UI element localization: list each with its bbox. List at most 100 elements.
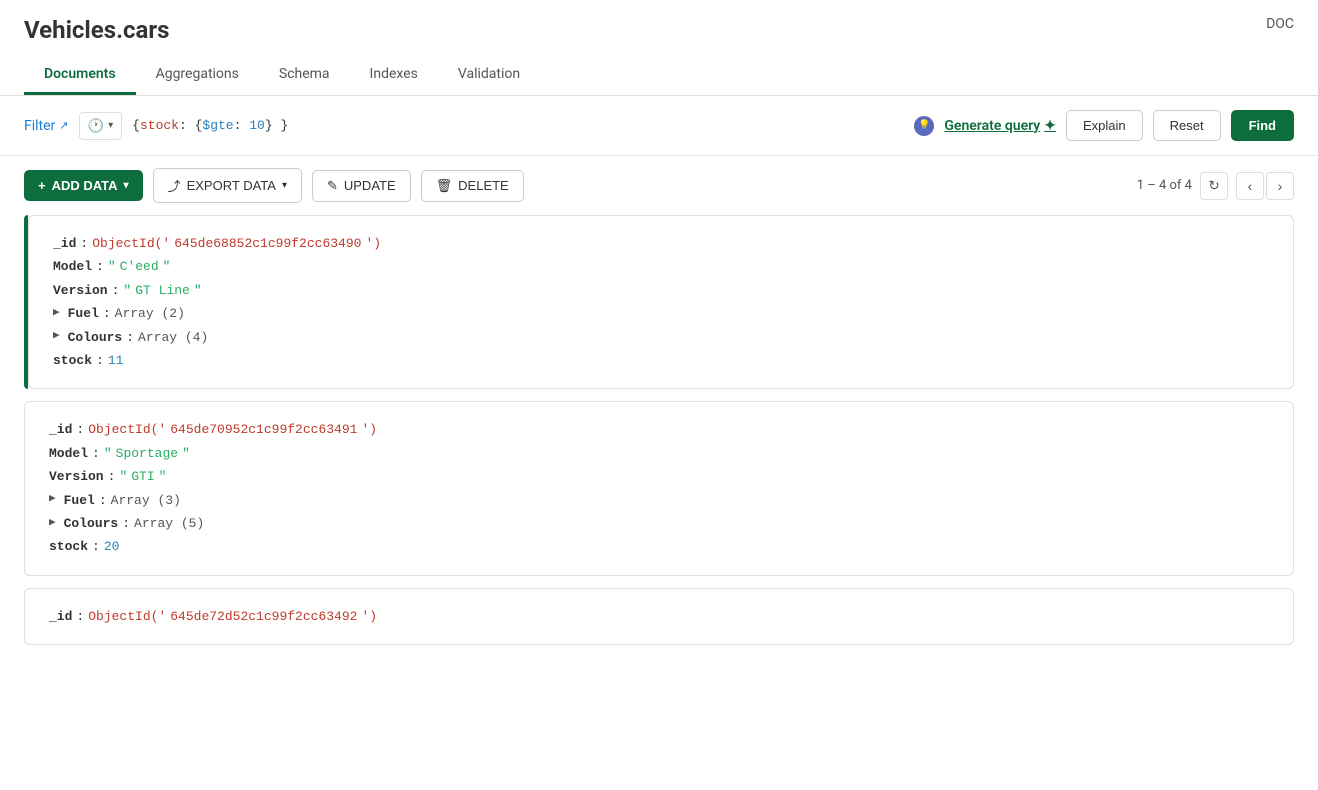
fuel-expand-arrow-2[interactable]: ▶: [49, 490, 56, 510]
doc-1-colours-line: ▶ Colours : Array (4): [53, 326, 1269, 349]
doc-1-fuel-line: ▶ Fuel : Array (2): [53, 302, 1269, 325]
colours-expand-arrow-2[interactable]: ▶: [49, 514, 56, 534]
export-data-button[interactable]: ⤴ EXPORT DATA ▾: [153, 168, 302, 203]
doc-3-id: 645de72d52c1c99f2cc63492: [170, 605, 357, 628]
field-fuel-array-1: Array (2): [115, 302, 185, 325]
tab-aggregations[interactable]: Aggregations: [136, 56, 259, 95]
field-id-value-1: ObjectId(': [92, 232, 170, 255]
pagination-nav: ‹ ›: [1236, 172, 1294, 200]
field-id-value-3: ObjectId(': [88, 605, 166, 628]
add-data-button[interactable]: + ADD DATA ▾: [24, 170, 143, 201]
external-link-icon: ↗: [59, 119, 68, 132]
query-value: 10: [249, 118, 265, 133]
field-version-key-1: Version: [53, 279, 108, 302]
query-display[interactable]: {stock: {$gte: 10} }: [132, 118, 288, 133]
pencil-icon: ✎: [327, 178, 338, 194]
field-model-key-2: Model: [49, 442, 88, 465]
app-title: Vehicles.cars: [24, 16, 1294, 44]
doc-2-model: Sportage: [116, 442, 178, 465]
tab-schema[interactable]: Schema: [259, 56, 350, 95]
export-icon: ⤴: [168, 176, 181, 195]
doc-3-id-line: _id : ObjectId('645de72d52c1c99f2cc63492…: [49, 605, 1269, 628]
prev-page-button[interactable]: ‹: [1236, 172, 1264, 200]
doc-2-version-line: Version : "GTI": [49, 465, 1269, 488]
reset-button[interactable]: Reset: [1153, 110, 1221, 141]
doc-accent-bar: [24, 215, 28, 389]
field-id-key-2: _id: [49, 418, 72, 441]
doc-2-model-line: Model : "Sportage": [49, 442, 1269, 465]
next-page-button[interactable]: ›: [1266, 172, 1294, 200]
generate-query-label: Generate query: [944, 118, 1040, 134]
field-fuel-key-1: Fuel: [68, 302, 99, 325]
field-model-value-1: ": [108, 255, 116, 278]
field-colours-key-1: Colours: [68, 326, 123, 349]
query-key: stock: [140, 118, 179, 133]
add-dropdown-arrow-icon: ▾: [124, 180, 129, 191]
title-green: Vehicles: [24, 16, 116, 44]
document-card-1: _id : ObjectId('645de68852c1c99f2cc63490…: [24, 215, 1294, 389]
doc-1-version: GT Line: [135, 279, 190, 302]
doc-2-id: 645de70952c1c99f2cc63491: [170, 418, 357, 441]
query-open-brace: {: [132, 118, 140, 133]
field-model-key-1: Model: [53, 255, 92, 278]
doc-1-version-line: Version : "GT Line": [53, 279, 1269, 302]
query-colon2: :: [234, 118, 250, 133]
field-colours-array-1: Array (4): [138, 326, 208, 349]
pagination-text: 1 – 4 of 4: [1137, 178, 1192, 193]
delete-label: DELETE: [458, 178, 509, 193]
field-stock-value-1: 11: [108, 349, 124, 372]
spark-icon: ✦: [1044, 118, 1056, 134]
lightbulb-symbol: 💡: [918, 120, 930, 131]
query-input-area: {stock: {$gte: 10} }: [132, 118, 904, 133]
doc-link[interactable]: DOC: [1266, 16, 1294, 32]
filter-toolbar: Filter ↗ 🕐 ▾ {stock: {$gte: 10} } 💡 Gene…: [0, 96, 1318, 156]
fuel-expand-arrow-1[interactable]: ▶: [53, 304, 60, 324]
filter-button[interactable]: Filter ↗: [24, 118, 69, 134]
doc-1-stock-line: stock : 11: [53, 349, 1269, 372]
doc-card-2: _id : ObjectId('645de70952c1c99f2cc63491…: [24, 401, 1294, 575]
query-colon: : {: [179, 118, 202, 133]
tabs-nav: Documents Aggregations Schema Indexes Va…: [24, 56, 1294, 95]
doc-1-id-line: _id : ObjectId('645de68852c1c99f2cc63490…: [53, 232, 1269, 255]
filter-label: Filter: [24, 118, 55, 134]
trash-icon: 🗑: [436, 178, 453, 194]
doc-2-fuel-line: ▶ Fuel : Array (3): [49, 489, 1269, 512]
field-colours-key-2: Colours: [64, 512, 119, 535]
generate-query-link[interactable]: Generate query ✦: [944, 118, 1056, 134]
documents-area: _id : ObjectId('645de68852c1c99f2cc63490…: [0, 215, 1318, 645]
field-stock-value-2: 20: [104, 535, 120, 558]
refresh-icon: ↻: [1208, 178, 1219, 194]
field-fuel-key-2: Fuel: [64, 489, 95, 512]
find-button[interactable]: Find: [1231, 110, 1294, 141]
clock-icon: 🕐: [88, 118, 105, 134]
field-id-key-3: _id: [49, 605, 72, 628]
tab-documents[interactable]: Documents: [24, 56, 136, 95]
doc-2-version: GTI: [131, 465, 154, 488]
app-header: Vehicles.cars DOC Documents Aggregations…: [0, 0, 1318, 96]
doc-1-model: C'eed: [120, 255, 159, 278]
field-stock-key-2: stock: [49, 535, 88, 558]
document-card-2: _id : ObjectId('645de70952c1c99f2cc63491…: [24, 401, 1294, 575]
export-data-label: EXPORT DATA: [187, 178, 276, 193]
doc-2-id-line: _id : ObjectId('645de70952c1c99f2cc63491…: [49, 418, 1269, 441]
delete-button[interactable]: 🗑 DELETE: [421, 170, 524, 202]
plus-icon: +: [38, 178, 46, 193]
field-version-value-1: ": [123, 279, 131, 302]
refresh-button[interactable]: ↻: [1200, 172, 1228, 200]
tab-indexes[interactable]: Indexes: [350, 56, 438, 95]
field-version-value-2: ": [119, 465, 127, 488]
history-button[interactable]: 🕐 ▾: [79, 112, 123, 140]
tab-validation[interactable]: Validation: [438, 56, 540, 95]
update-label: UPDATE: [344, 178, 396, 193]
ai-icon-button[interactable]: 💡: [914, 116, 934, 136]
doc-1-model-line: Model : "C'eed": [53, 255, 1269, 278]
update-button[interactable]: ✎ UPDATE: [312, 170, 411, 202]
action-bar: + ADD DATA ▾ ⤴ EXPORT DATA ▾ ✎ UPDATE 🗑 …: [0, 156, 1318, 215]
explain-button[interactable]: Explain: [1066, 110, 1143, 141]
field-id-value-2: ObjectId(': [88, 418, 166, 441]
field-stock-key-1: stock: [53, 349, 92, 372]
ai-lightbulb-icon: 💡: [914, 116, 934, 136]
colours-expand-arrow-1[interactable]: ▶: [53, 327, 60, 347]
document-card-3: _id : ObjectId('645de72d52c1c99f2cc63492…: [24, 588, 1294, 645]
doc-2-stock-line: stock : 20: [49, 535, 1269, 558]
